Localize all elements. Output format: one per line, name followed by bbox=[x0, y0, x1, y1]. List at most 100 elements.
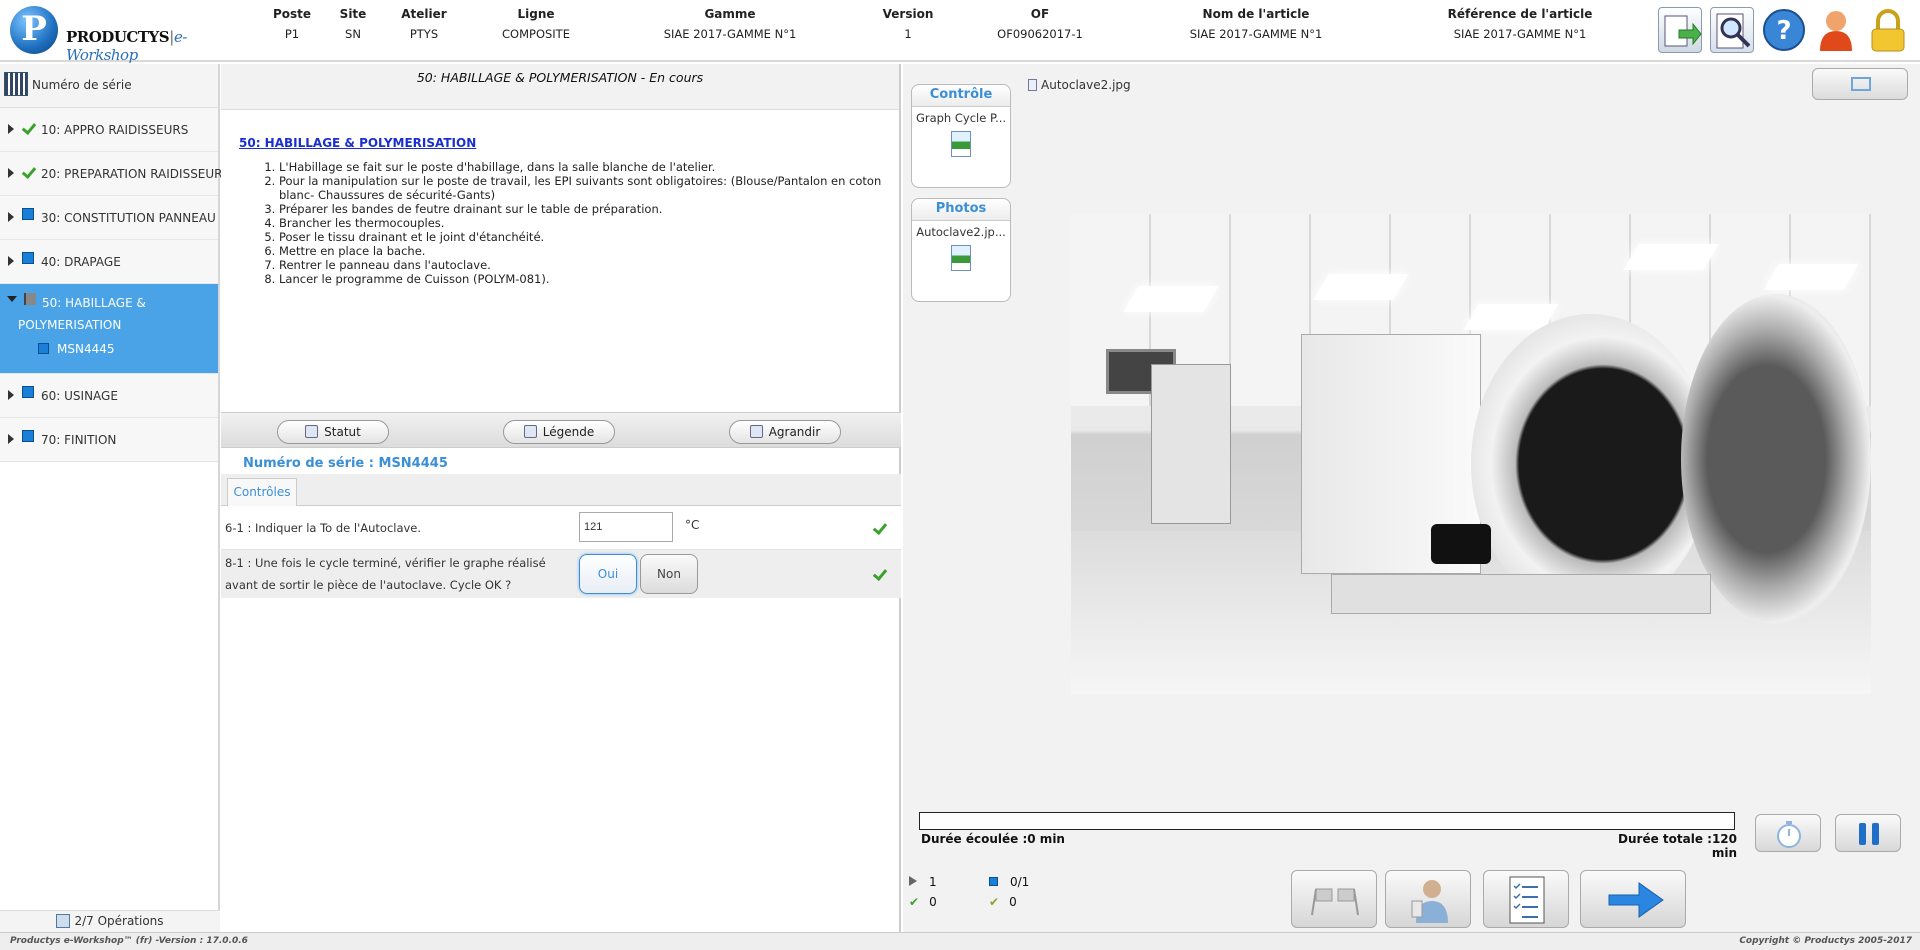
duration-progress-bar bbox=[919, 812, 1735, 830]
todo-square-icon bbox=[22, 252, 34, 264]
operation-item-70[interactable]: 70: FINITION bbox=[0, 418, 218, 462]
header-article-ref: Référence de l'article SIAE 2017-GAMME N°… bbox=[1447, 7, 1593, 41]
collapse-arrow-icon[interactable] bbox=[7, 296, 17, 302]
operation-item-20[interactable]: 20: PREPARATION RAIDISSEURS bbox=[0, 152, 230, 196]
autoclave-photo bbox=[1071, 214, 1871, 694]
arrow-right-icon bbox=[1608, 882, 1664, 918]
operations-icon bbox=[56, 914, 71, 928]
user-icon[interactable] bbox=[1814, 7, 1858, 53]
operation-item-50[interactable]: 50: HABILLAGE & POLYMERISATION MSN4445 bbox=[0, 284, 218, 374]
header-bar: P PRODUCTYS|e-Workshop Poste P1 Site SN At… bbox=[0, 0, 1920, 64]
legende-button[interactable]: Légende bbox=[503, 420, 615, 444]
header-site: Site SN bbox=[339, 7, 367, 41]
agrandir-button[interactable]: Agrandir bbox=[729, 420, 841, 444]
fullscreen-button[interactable] bbox=[1812, 68, 1908, 100]
operation-item-40[interactable]: 40: DRAPAGE bbox=[0, 240, 218, 284]
search-document-icon[interactable] bbox=[1710, 7, 1754, 53]
control-question: 6-1 : Indiquer la To de l'Autoclave. bbox=[225, 521, 422, 535]
elapsed-time: Durée écoulée :0 min bbox=[921, 832, 1065, 846]
checkered-flags-icon bbox=[1311, 888, 1359, 916]
photos-card: Photos Autoclave2.jp... bbox=[911, 198, 1011, 302]
qr-code-icon bbox=[4, 72, 28, 96]
statut-button[interactable]: Statut bbox=[277, 420, 389, 444]
control-row-temperature: 6-1 : Indiquer la To de l'Autoclave. °C bbox=[221, 506, 901, 550]
expand-arrow-icon[interactable] bbox=[8, 390, 14, 400]
expand-arrow-icon[interactable] bbox=[8, 168, 14, 178]
stat-todo: 0/1 bbox=[989, 875, 1029, 889]
legend-icon bbox=[523, 425, 537, 438]
status-bar: Productys e-Workshop™ (fr) -Version : 17… bbox=[0, 932, 1920, 950]
pause-button[interactable] bbox=[1835, 814, 1901, 852]
check-icon bbox=[873, 522, 887, 534]
version-info: Productys e-Workshop™ (fr) -Version : 17… bbox=[10, 936, 248, 946]
operations-counter[interactable]: 2/7 Opérations bbox=[0, 910, 220, 932]
total-time: Durée totale :120 min bbox=[1618, 832, 1737, 860]
operation-item-60[interactable]: 60: USINAGE bbox=[0, 374, 218, 418]
checklist-icon bbox=[1509, 876, 1545, 924]
stat-in-progress: 1 bbox=[909, 875, 937, 889]
instructions-link[interactable]: 50: HABILLAGE & POLYMERISATION bbox=[239, 136, 889, 150]
serial-child-item[interactable]: MSN4445 bbox=[38, 342, 115, 356]
action-bar: Statut Légende Agrandir bbox=[221, 412, 901, 448]
check-icon bbox=[873, 568, 887, 580]
serial-number-header[interactable]: Numéro de série bbox=[0, 64, 218, 108]
controle-card-title: Contrôle bbox=[912, 85, 1010, 107]
instructions-text: 50: HABILLAGE & POLYMERISATION L'Habilla… bbox=[239, 136, 889, 286]
export-icon[interactable] bbox=[1658, 7, 1702, 53]
header-article-name: Nom de l'article SIAE 2017-GAMME N°1 bbox=[1189, 7, 1323, 41]
operation-title: 50: HABILLAGE & POLYMERISATION - En cour… bbox=[221, 64, 899, 110]
copyright: Copyright © Productys 2005-2017 bbox=[1739, 936, 1912, 946]
enlarge-icon bbox=[749, 425, 763, 438]
logo-name: PRODUCTYS bbox=[66, 28, 170, 46]
header-ligne: Ligne COMPOSITE bbox=[502, 7, 570, 41]
controls-tabstrip: Contrôles bbox=[221, 474, 901, 506]
operations-panel: Numéro de série 10: APPRO RAIDISSEURS 20… bbox=[0, 64, 230, 932]
image-file-icon bbox=[951, 245, 971, 271]
checklist-button[interactable] bbox=[1483, 870, 1569, 928]
status-icon bbox=[305, 425, 319, 438]
document-item[interactable]: Graph Cycle P... bbox=[912, 107, 1010, 157]
operator-icon bbox=[1411, 880, 1448, 923]
serial-number-title: Numéro de série : MSN4445 bbox=[243, 456, 448, 471]
document-viewer: Contrôle Graph Cycle P... Photos Autocla… bbox=[903, 64, 1920, 932]
photo-item[interactable]: Autoclave2.jp... bbox=[912, 221, 1010, 271]
header-poste: Poste P1 bbox=[272, 7, 312, 41]
stopwatch-icon bbox=[1777, 821, 1801, 848]
logo-mark: P bbox=[10, 6, 58, 54]
operator-button[interactable] bbox=[1385, 870, 1471, 928]
todo-square-icon bbox=[22, 386, 34, 398]
operation-item-10[interactable]: 10: APPRO RAIDISSEURS bbox=[0, 108, 218, 152]
timer-button[interactable] bbox=[1755, 814, 1821, 852]
control-question: 8-1 : Une fois le cycle terminé, vérifie… bbox=[225, 556, 546, 592]
lock-icon[interactable] bbox=[1866, 7, 1910, 53]
no-button[interactable]: Non bbox=[640, 554, 698, 594]
check-warning-icon: ✔ bbox=[989, 895, 1000, 909]
expand-arrow-icon[interactable] bbox=[8, 212, 14, 222]
header-version: Version 1 bbox=[882, 7, 934, 41]
productys-logo: P PRODUCTYS|e-Workshop bbox=[8, 6, 248, 64]
yes-button[interactable]: Oui bbox=[579, 554, 637, 594]
finish-flags-button[interactable] bbox=[1291, 870, 1377, 928]
instructions-panel: 50: HABILLAGE & POLYMERISATION - En cour… bbox=[221, 64, 901, 932]
instruction-steps: L'Habillage se fait sur le poste d'habil… bbox=[239, 160, 889, 286]
stat-done-with-remarks: ✔ 0 bbox=[989, 895, 1017, 909]
tab-controles[interactable]: Contrôles bbox=[227, 478, 297, 506]
square-icon bbox=[989, 877, 998, 886]
help-icon[interactable]: ? bbox=[1762, 7, 1806, 53]
operation-item-30[interactable]: 30: CONSTITUTION PANNEAU bbox=[0, 196, 218, 240]
todo-square-icon bbox=[38, 343, 49, 354]
control-row-cycle: 8-1 : Une fois le cycle terminé, vérifie… bbox=[221, 550, 901, 598]
image-file-icon bbox=[951, 131, 971, 157]
expand-arrow-icon[interactable] bbox=[8, 256, 14, 266]
expand-arrow-icon[interactable] bbox=[8, 434, 14, 444]
expand-icon bbox=[1851, 77, 1871, 91]
expand-arrow-icon[interactable] bbox=[8, 124, 14, 134]
next-button[interactable] bbox=[1580, 870, 1686, 928]
pause-icon bbox=[1859, 823, 1879, 845]
svg-text:?: ? bbox=[1776, 16, 1791, 46]
check-icon: ✔ bbox=[909, 895, 920, 909]
temperature-input[interactable] bbox=[579, 512, 673, 542]
header-gamme: Gamme SIAE 2017-GAMME N°1 bbox=[663, 7, 797, 41]
temperature-unit: °C bbox=[685, 518, 700, 532]
play-icon bbox=[909, 876, 917, 886]
